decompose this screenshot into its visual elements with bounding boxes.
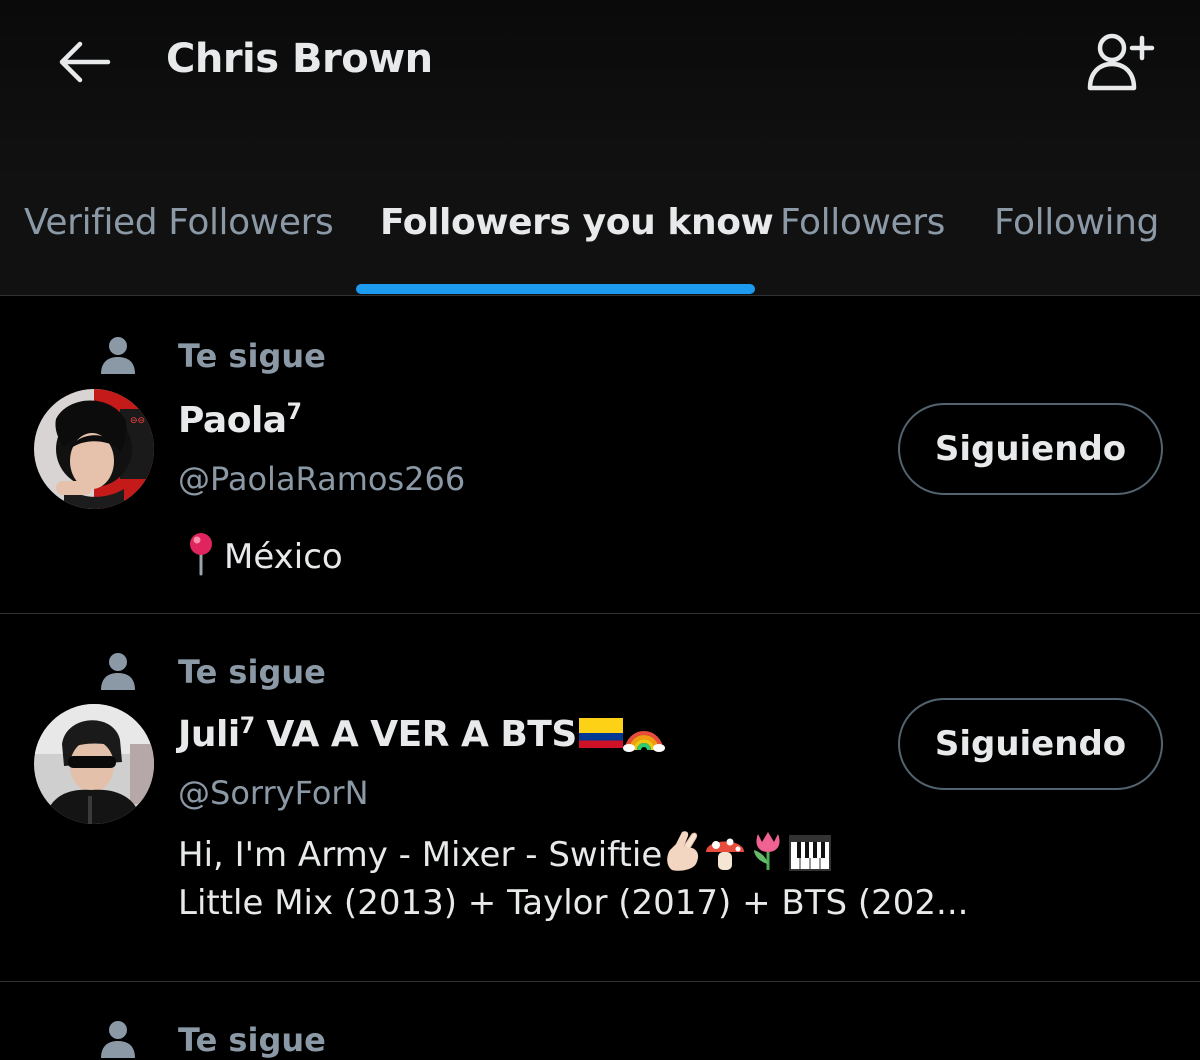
display-name[interactable]: Juli7 VA A VER A BTS [178,714,665,755]
user-cell[interactable]: Te sigue Juli7 VA A VER A BTS @SorryForN… [0,614,1200,982]
tulip-icon [754,832,780,870]
user-handle: @SorryForN [178,774,369,812]
tab-following[interactable]: Following [994,202,1159,243]
tab-followers-you-know[interactable]: Followers you know [380,202,774,243]
tab-verified-followers[interactable]: Verified Followers [24,202,334,243]
add-user-button[interactable] [1078,24,1162,96]
followers-tabs: Verified Followers Followers you know Fo… [0,180,1200,296]
mushroom-icon [706,838,745,870]
avatar[interactable]: ⊖⊖ [34,389,154,509]
avatar[interactable] [34,704,154,824]
follows-you-label: Te sigue [178,653,326,691]
follows-you-label: Te sigue [178,337,326,375]
follows-you-row: Te sigue [100,1020,326,1060]
user-bio: México [224,537,343,577]
person-icon [101,1021,135,1058]
back-button[interactable] [52,34,116,90]
name-superscript: 7 [239,714,255,739]
svg-text:⊖⊖: ⊖⊖ [130,416,145,426]
name-superscript: 7 [286,400,302,425]
person-plus-icon [1087,33,1155,91]
user-cell[interactable]: Te sigue ⊖⊖ Paola7 @PaolaRamos266 Siguie… [0,296,1200,614]
piano-keys-icon [789,835,832,871]
following-button[interactable]: Siguiendo [898,403,1163,495]
arrow-left-icon [59,41,111,83]
person-icon [101,653,135,690]
user-cell[interactable]: Te sigue [0,982,1200,1059]
active-tab-indicator [356,284,755,294]
person-icon [101,337,135,374]
user-bio-line-1: Hi, I'm Army - Mixer - Swiftie [178,828,832,880]
follows-you-label: Te sigue [178,1021,326,1059]
crossed-fingers-icon [667,831,699,871]
colombia-flag-icon [578,718,623,748]
rainbow-icon [622,731,665,752]
follows-you-row: Te sigue [100,652,326,692]
top-app-bar: Chris Brown [0,0,1200,180]
user-bio-line-2: Little Mix (2013) + Taylor (2017) + BTS … [178,883,969,923]
user-handle: @PaolaRamos266 [178,460,466,498]
following-button[interactable]: Siguiendo [898,698,1163,790]
display-name[interactable]: Paola7 [178,400,302,441]
page-title: Chris Brown [166,36,433,82]
follows-you-row: Te sigue [100,336,326,376]
round-pushpin-icon [190,533,212,576]
tab-followers[interactable]: Followers [780,202,945,243]
